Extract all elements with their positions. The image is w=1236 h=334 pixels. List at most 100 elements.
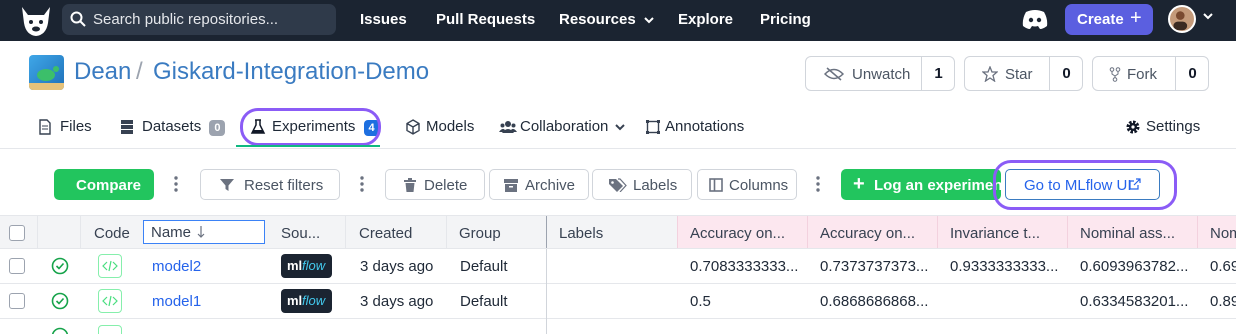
metric-2-cell: 0.7373737373... — [820, 258, 929, 275]
eye-slash-icon — [824, 67, 844, 81]
nav-resources[interactable]: Resources — [559, 11, 654, 28]
log-experiment-label: Log an experiment — [874, 177, 1008, 194]
tab-models-label: Models — [426, 118, 475, 135]
status-success-icon — [51, 292, 69, 310]
metric-5-cell: 0.69 — [1210, 258, 1236, 275]
more-options-icon[interactable] — [360, 175, 364, 193]
col-header-labels[interactable]: Labels — [559, 225, 603, 242]
tab-collaboration[interactable]: Collaboration — [499, 118, 625, 135]
col-header-metric-1[interactable]: Accuracy on... — [677, 216, 807, 248]
reset-filters-button[interactable]: Reset filters — [200, 169, 340, 200]
tab-models[interactable]: Models — [405, 118, 474, 135]
nav-explore[interactable]: Explore — [678, 11, 733, 28]
star-label: Star — [1005, 66, 1033, 83]
chevron-down-icon[interactable] — [1203, 12, 1213, 20]
tab-annotations[interactable]: Annotations — [645, 118, 744, 135]
tab-settings[interactable]: Settings — [1125, 118, 1200, 135]
archive-button[interactable]: Archive — [489, 169, 589, 200]
tab-settings-label: Settings — [1146, 118, 1201, 135]
create-label: Create — [1077, 11, 1124, 28]
bounding-box-icon — [646, 120, 660, 134]
experiments-highlight-ring — [240, 108, 381, 146]
col-header-metric-3-label: Invariance t... — [950, 225, 1041, 242]
experiment-name-link[interactable]: model1 — [152, 293, 201, 310]
metric-4-cell: 0.6334583201... — [1080, 293, 1189, 310]
col-header-created[interactable]: Created — [359, 225, 412, 242]
nav-pull-requests[interactable]: Pull Requests — [436, 11, 535, 28]
compare-label: Compare — [76, 177, 142, 194]
nav-pricing[interactable]: Pricing — [760, 11, 811, 28]
col-header-metric-1-label: Accuracy on... — [690, 225, 786, 242]
user-avatar[interactable] — [1168, 5, 1196, 33]
delete-button[interactable]: Delete — [385, 169, 485, 200]
table-header: Code Name Sou... Created Group Labels Ac… — [0, 215, 1236, 249]
watch-count: 1 — [921, 57, 955, 90]
col-header-group[interactable]: Group — [459, 225, 501, 242]
fork-count: 0 — [1175, 57, 1209, 90]
nav-issues[interactable]: Issues — [360, 11, 407, 28]
star-count: 0 — [1049, 57, 1083, 90]
col-header-metric-3[interactable]: Invariance t... — [937, 216, 1067, 248]
sort-down-icon — [197, 226, 205, 238]
frozen-column-separator — [546, 249, 547, 284]
log-experiment-button[interactable]: + Log an experiment — [841, 169, 1007, 200]
search-input[interactable]: Search public repositories... — [62, 4, 336, 35]
col-header-metric-4-label: Nominal ass... — [1080, 225, 1176, 242]
status-success-icon — [51, 257, 69, 275]
chevron-down-icon — [614, 124, 625, 131]
columns-icon — [709, 178, 723, 192]
experiment-name-link[interactable]: model2 — [152, 258, 201, 275]
top-navbar: Search public repositories... Issues Pul… — [0, 0, 1236, 41]
reset-filters-label: Reset filters — [244, 177, 324, 194]
trash-icon — [404, 178, 416, 192]
code-icon[interactable] — [98, 289, 122, 313]
column-separator — [446, 216, 447, 248]
col-header-metric-4[interactable]: Nominal ass... — [1067, 216, 1197, 248]
tab-datasets-label: Datasets — [142, 118, 202, 135]
create-button[interactable]: Create + — [1065, 4, 1153, 35]
datasets-count-badge: 0 — [209, 120, 226, 136]
col-header-metric-2[interactable]: Accuracy on... — [807, 216, 937, 248]
compare-button[interactable]: Compare — [54, 169, 154, 200]
unwatch-button[interactable]: Unwatch 1 — [805, 56, 955, 91]
status-success-icon — [51, 327, 69, 334]
table-row[interactable]: model1 ml flow 3 days ago Default 0.5 0.6… — [0, 284, 1236, 319]
col-header-name[interactable]: Name — [143, 220, 265, 244]
plus-icon: + — [1130, 7, 1142, 29]
fork-button[interactable]: Fork 0 — [1092, 56, 1209, 91]
code-icon[interactable] — [98, 254, 122, 278]
col-header-source[interactable]: Sou... — [281, 225, 320, 242]
code-icon[interactable] — [98, 325, 122, 334]
select-all-checkbox[interactable] — [9, 225, 25, 241]
table-row[interactable] — [0, 319, 1236, 334]
col-header-name-label: Name — [151, 224, 192, 241]
metric-5-cell: 0.89 — [1210, 293, 1236, 310]
columns-button[interactable]: Columns — [697, 169, 797, 200]
dagshub-logo-icon[interactable] — [18, 3, 54, 38]
more-options-icon[interactable] — [816, 175, 820, 193]
breadcrumb-repo-name[interactable]: Giskard-Integration-Demo — [153, 58, 429, 86]
delete-label: Delete — [424, 177, 468, 194]
labels-label: Labels — [633, 177, 678, 194]
star-button[interactable]: Star 0 — [964, 56, 1083, 91]
row-checkbox[interactable] — [9, 293, 25, 309]
archive-label: Archive — [525, 177, 576, 194]
discord-icon[interactable] — [1022, 9, 1048, 30]
metric-1-cell: 0.7083333333... — [690, 258, 799, 275]
tab-files[interactable]: Files — [37, 118, 92, 135]
nav-resources-label: Resources — [559, 11, 636, 28]
archive-icon — [504, 179, 518, 192]
created-cell: 3 days ago — [360, 293, 434, 310]
col-header-metric-5[interactable]: Nom — [1197, 216, 1236, 248]
chevron-down-icon — [644, 17, 654, 24]
col-header-code[interactable]: Code — [94, 225, 130, 242]
table-row[interactable]: model2 ml flow 3 days ago Default 0.70833… — [0, 249, 1236, 284]
tab-datasets[interactable]: Datasets 0 — [119, 118, 226, 136]
breadcrumb-owner[interactable]: Dean — [74, 58, 131, 86]
row-checkbox[interactable] — [9, 258, 25, 274]
mlflow-highlight-ring — [993, 160, 1177, 210]
labels-button[interactable]: Labels — [592, 169, 692, 200]
columns-label: Columns — [729, 177, 789, 194]
more-options-icon[interactable] — [174, 175, 178, 193]
created-cell: 3 days ago — [360, 258, 434, 275]
